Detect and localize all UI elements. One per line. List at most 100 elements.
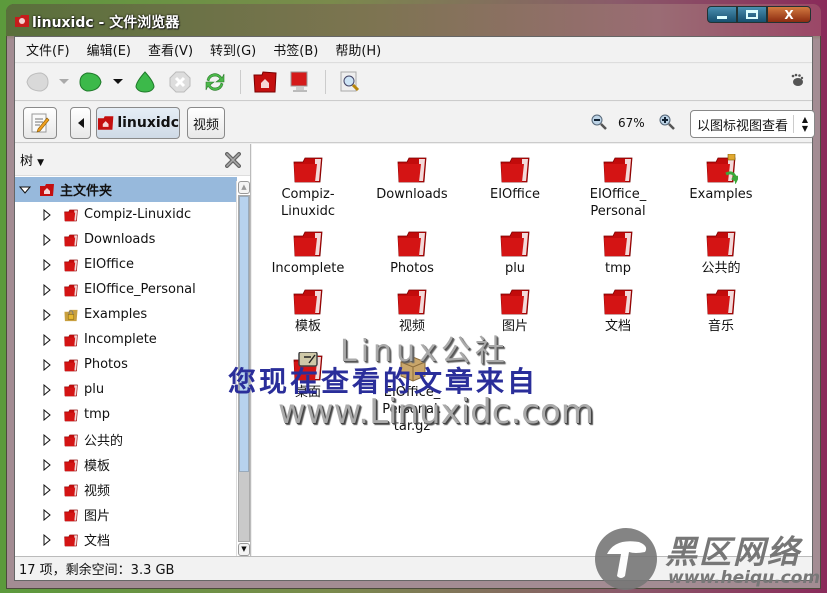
expander-expanded-icon[interactable]	[19, 184, 31, 196]
breadcrumb-videos[interactable]: 视频	[187, 107, 225, 139]
back-history-dropdown[interactable]	[58, 68, 70, 96]
file-item-label: Examples	[689, 187, 753, 202]
close-side-pane-button[interactable]	[225, 152, 241, 172]
expander-collapsed-icon[interactable]	[41, 408, 53, 421]
back-button[interactable]	[23, 68, 51, 96]
file-browser-window: linuxidc - 文件浏览器 X 文件(F) 编辑(E) 查看(V) 转到(…	[6, 4, 821, 589]
location-bar: linuxidc 视频 67% 以图标视图查看 ▲ ▼	[15, 102, 815, 143]
menu-file[interactable]: 文件(F)	[20, 40, 76, 59]
tree-item[interactable]: Examples	[15, 302, 237, 327]
forward-history-dropdown[interactable]	[112, 68, 124, 96]
chevron-down-icon	[59, 79, 69, 84]
folder-icon	[706, 231, 736, 257]
close-button[interactable]: X	[767, 6, 811, 23]
maximize-button[interactable]	[737, 6, 767, 23]
select-separator	[793, 115, 794, 133]
expander-collapsed-icon[interactable]	[41, 383, 53, 396]
tree-item[interactable]: Compiz-Linuxidc	[15, 202, 237, 227]
tree-item[interactable]: tmp	[15, 402, 237, 427]
folder-icon	[603, 231, 633, 257]
scroll-down-button[interactable]: ▼	[238, 543, 250, 556]
expander-collapsed-icon[interactable]	[41, 258, 53, 271]
tree-item-label: tmp	[84, 407, 111, 422]
view-mode-value: 以图标视图查看	[697, 118, 789, 134]
menu-go[interactable]: 转到(G)	[204, 40, 262, 59]
forward-button[interactable]	[77, 68, 105, 96]
file-item[interactable]: EIOffice	[465, 154, 565, 203]
search-button[interactable]	[336, 68, 364, 96]
home-button[interactable]	[251, 68, 279, 96]
tree-item[interactable]: 模板	[15, 452, 237, 477]
tree-item[interactable]: 图片	[15, 502, 237, 527]
locked-folder-icon	[64, 309, 78, 321]
tree-item-home[interactable]: 主文件夹	[15, 177, 237, 202]
side-pane-type-select[interactable]: 树 ▼	[20, 150, 44, 169]
file-item[interactable]: 公共的	[671, 228, 771, 277]
up-arrow-icon	[135, 71, 155, 93]
scroll-up-button[interactable]: ▲	[238, 181, 250, 194]
file-item[interactable]: Incomplete	[258, 228, 358, 277]
file-item[interactable]: EIOffice_ Personal	[568, 154, 668, 220]
reload-icon	[205, 73, 225, 91]
zoom-in-button[interactable]	[659, 114, 675, 134]
tree-item[interactable]: 公共的	[15, 427, 237, 452]
reload-button[interactable]	[201, 68, 229, 96]
breadcrumb-label: linuxidc	[117, 115, 179, 131]
folder-icon	[397, 289, 427, 315]
expander-collapsed-icon[interactable]	[41, 208, 53, 221]
expander-collapsed-icon[interactable]	[41, 283, 53, 296]
file-item[interactable]: Examples	[671, 154, 771, 203]
minimize-button[interactable]	[707, 6, 737, 23]
file-item[interactable]: Compiz- Linuxidc	[258, 154, 358, 220]
expander-collapsed-icon[interactable]	[41, 333, 53, 346]
tree-item[interactable]: EIOffice	[15, 252, 237, 277]
up-button[interactable]	[131, 68, 159, 96]
back-arrow-icon	[26, 72, 49, 92]
folder-icon	[64, 359, 78, 371]
folder-icon	[293, 289, 323, 315]
expander-collapsed-icon[interactable]	[41, 233, 53, 246]
file-item[interactable]: 文档	[568, 286, 668, 335]
tree-item[interactable]: EIOffice_Personal	[15, 277, 237, 302]
tree-item[interactable]: Incomplete	[15, 327, 237, 352]
stop-button[interactable]	[166, 68, 194, 96]
file-item[interactable]: tmp	[568, 228, 668, 277]
folder-icon	[64, 509, 78, 521]
expander-collapsed-icon[interactable]	[41, 358, 53, 371]
zoom-out-button[interactable]	[591, 114, 607, 134]
toggle-location-entry-button[interactable]	[23, 107, 57, 139]
zoom-level[interactable]: 67%	[618, 116, 645, 130]
breadcrumb-scroll-left-button[interactable]	[70, 107, 91, 139]
tree-item[interactable]: 文档	[15, 527, 237, 552]
expander-collapsed-icon[interactable]	[41, 533, 53, 546]
menu-bookmarks[interactable]: 书签(B)	[267, 40, 324, 59]
folder-icon	[500, 289, 530, 315]
expander-collapsed-icon[interactable]	[41, 458, 53, 471]
file-item[interactable]: Downloads	[362, 154, 462, 203]
computer-button[interactable]	[286, 68, 314, 96]
breadcrumb-linuxidc[interactable]: linuxidc	[96, 107, 180, 139]
file-item[interactable]: plu	[465, 228, 565, 277]
file-item[interactable]: 音乐	[671, 286, 771, 335]
file-item[interactable]: Photos	[362, 228, 462, 277]
folder-icon	[293, 157, 323, 183]
tree-item[interactable]: plu	[15, 377, 237, 402]
scroll-thumb[interactable]	[239, 196, 249, 472]
side-pane: 树 ▼ 主文件夹 Compiz-Linuxidc Downloads EIOffic…	[15, 144, 251, 558]
expander-collapsed-icon[interactable]	[41, 308, 53, 321]
menu-edit[interactable]: 编辑(E)	[81, 40, 137, 59]
expander-collapsed-icon[interactable]	[41, 433, 53, 446]
file-item-label: 公共的	[701, 261, 741, 276]
tree-children: Compiz-Linuxidc Downloads EIOffice EIOffice…	[15, 202, 237, 552]
home-folder-icon	[253, 71, 277, 93]
tree-item[interactable]: Downloads	[15, 227, 237, 252]
tree-item[interactable]: Photos	[15, 352, 237, 377]
expander-collapsed-icon[interactable]	[41, 508, 53, 521]
tree-item[interactable]: 视频	[15, 477, 237, 502]
menu-view[interactable]: 查看(V)	[142, 40, 199, 59]
folder-icon	[64, 534, 78, 546]
title-bar[interactable]: linuxidc - 文件浏览器 X	[6, 4, 821, 36]
expander-collapsed-icon[interactable]	[41, 483, 53, 496]
view-mode-select[interactable]: 以图标视图查看 ▲ ▼	[690, 110, 815, 138]
menu-help[interactable]: 帮助(H)	[329, 40, 387, 59]
